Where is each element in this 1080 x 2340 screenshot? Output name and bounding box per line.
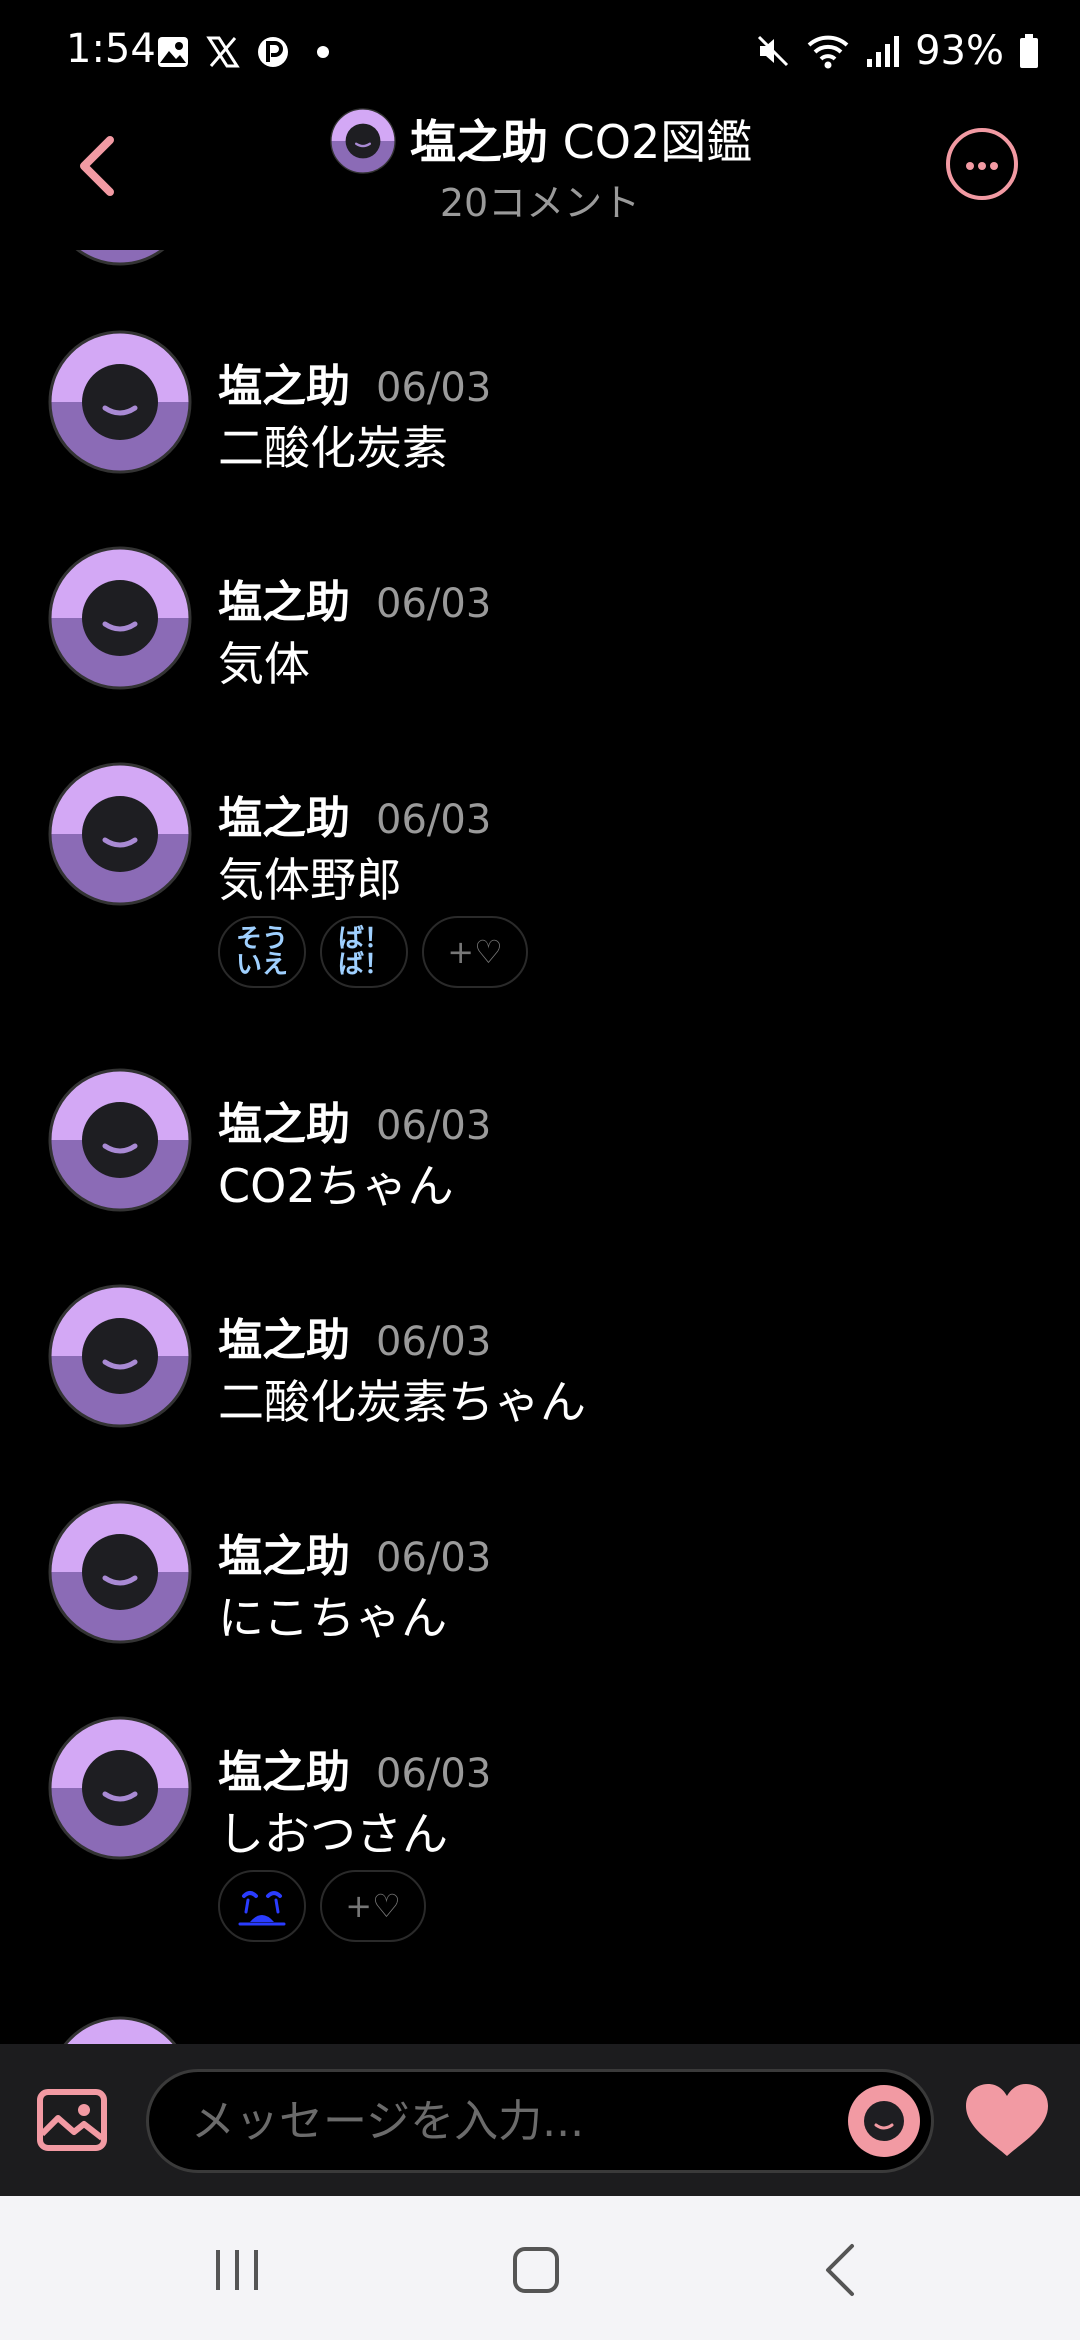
message-author: 塩之助 06/03 [218, 1304, 491, 1368]
avatar[interactable] [48, 2016, 192, 2044]
battery-percent: 93% [915, 28, 1004, 74]
gallery-icon [158, 37, 188, 67]
p-icon [258, 37, 288, 67]
reaction-sticker[interactable]: そう いえ [218, 916, 306, 988]
back-icon[interactable] [822, 2242, 858, 2298]
chat-header: 塩之助 CO2図鑑 20コメント [0, 100, 1080, 250]
message-author: 塩之助 06/03 [218, 1088, 491, 1152]
message-author: 塩之助 06/03 [218, 566, 491, 630]
message-field[interactable] [146, 2069, 934, 2173]
comment-count: 20コメント [0, 172, 1080, 227]
reaction-list: そう いえ ば！ ば！ +♡ [218, 916, 528, 988]
more-icon[interactable] [946, 128, 1018, 200]
status-notification-icons [156, 30, 340, 74]
avatar[interactable] [48, 1284, 192, 1428]
author-name: 塩之助 [218, 1531, 350, 1582]
signal-icon [867, 36, 900, 67]
sticker-line: ば！ [337, 950, 390, 980]
message-text: 気体野郎 [218, 853, 402, 907]
reaction-list: +♡ [218, 1870, 426, 1942]
avatar[interactable] [48, 546, 192, 690]
message-date: 06/03 [376, 1103, 492, 1149]
message-text: 二酸化炭素 [218, 421, 448, 475]
sticker-line: そう [235, 924, 288, 954]
chat-title: 塩之助 CO2図鑑 [410, 106, 752, 172]
reaction-sticker[interactable]: ば！ ば！ [320, 916, 408, 988]
wifi-icon [807, 35, 849, 69]
message-text: CO2ちゃん [218, 1159, 454, 1213]
sticker-line: ば！ [337, 924, 390, 954]
message-author: 塩之助 06/03 [218, 1736, 491, 1800]
author-name: 塩之助 [218, 1099, 350, 1150]
home-icon[interactable] [512, 2246, 560, 2294]
message-text: 気体 [218, 637, 310, 691]
avatar[interactable] [48, 762, 192, 906]
message-date: 06/03 [376, 365, 492, 411]
author-name: 塩之助 [218, 577, 350, 628]
x-logo-icon [206, 36, 240, 68]
heart-icon[interactable] [964, 2082, 1050, 2158]
message-text: にこちゃん [218, 1591, 448, 1645]
avatar[interactable] [48, 250, 192, 266]
message-text: 二酸化炭素ちゃん [218, 1375, 586, 1429]
avatar[interactable] [48, 330, 192, 474]
avatar[interactable] [48, 1500, 192, 1644]
crying-face-icon [238, 1891, 286, 1926]
author-name: 塩之助 [218, 1315, 350, 1366]
message-text: しおつさん [218, 1807, 448, 1861]
message-date: 06/03 [376, 1319, 492, 1365]
image-icon[interactable] [36, 2088, 108, 2152]
dot-icon [317, 46, 329, 58]
status-bar: 1:54 93% [0, 0, 1080, 100]
message-feed[interactable]: 塩之助 06/03 二酸化炭素 塩之助 06/03 気体 塩之助 06/03 気体野郎… [0, 250, 1080, 2044]
chat-title-room: CO2図鑑 [548, 115, 753, 169]
message-input-bar [0, 2044, 1080, 2196]
battery-icon [1020, 34, 1038, 68]
message-date: 06/03 [376, 581, 492, 627]
mute-icon [758, 35, 789, 67]
avatar[interactable] [48, 1716, 192, 1860]
comment-count-text: 20コメント [439, 181, 641, 225]
author-name: 塩之助 [218, 793, 350, 844]
recents-icon[interactable] [212, 2248, 262, 2292]
header-avatar[interactable] [330, 108, 396, 174]
author-name: 塩之助 [218, 1747, 350, 1798]
author-name: 塩之助 [218, 361, 350, 412]
message-author: 塩之助 06/03 [218, 350, 491, 414]
message-date: 06/03 [376, 1751, 492, 1797]
message-author: 塩之助 06/03 [218, 782, 491, 846]
chat-title-name: 塩之助 [410, 115, 548, 169]
message-author: 塩之助 06/03 [218, 1520, 491, 1584]
message-input[interactable] [189, 2090, 753, 2152]
status-system-icons: 93% [755, 26, 1040, 76]
status-time: 1:54 [66, 26, 156, 72]
smile-icon[interactable] [847, 2084, 921, 2158]
sticker-line: いえ [235, 950, 288, 980]
add-reaction-button[interactable]: +♡ [320, 1870, 426, 1942]
reaction-sticker[interactable] [218, 1870, 306, 1942]
system-nav-bar [0, 2196, 1080, 2340]
avatar[interactable] [48, 1068, 192, 1212]
add-reaction-button[interactable]: +♡ [422, 916, 528, 988]
message-date: 06/03 [376, 797, 492, 843]
message-date: 06/03 [376, 1535, 492, 1581]
